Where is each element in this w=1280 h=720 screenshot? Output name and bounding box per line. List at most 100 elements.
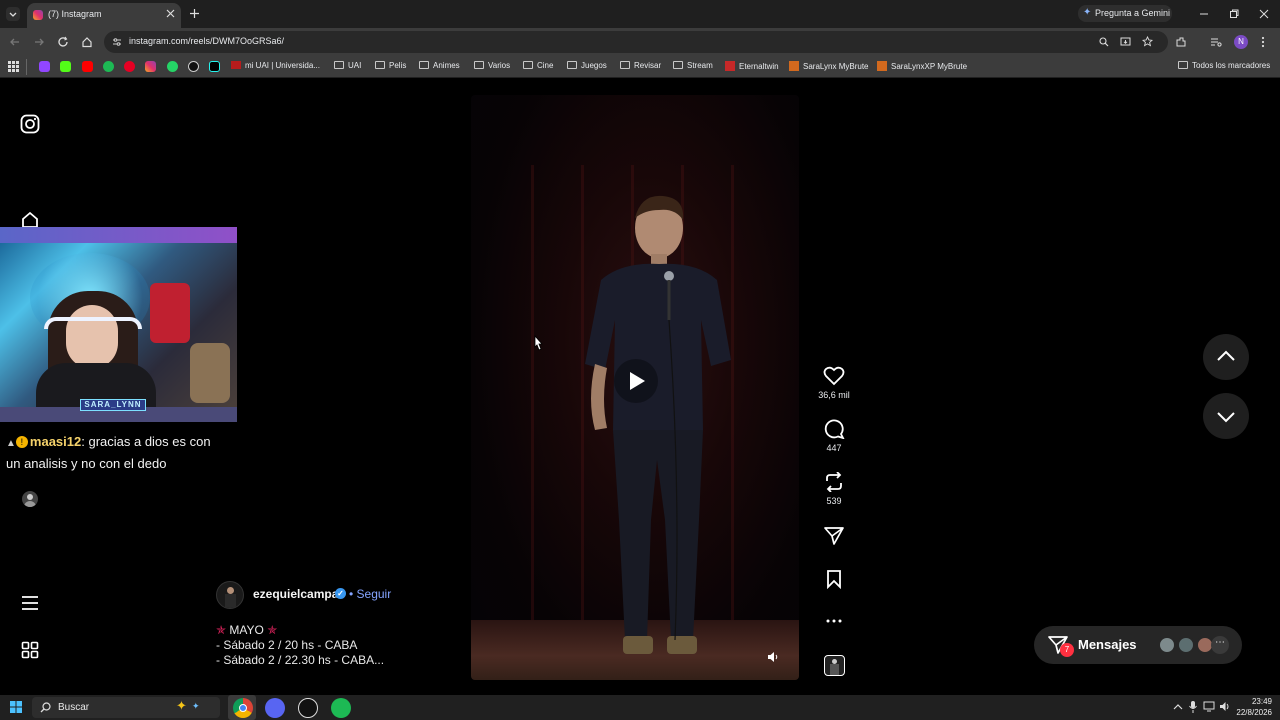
system-clock[interactable]: 23:49 22/8/2026 — [1236, 696, 1272, 718]
all-bookmarks-folder[interactable]: Todos los marcadores — [1178, 61, 1270, 70]
headset — [44, 317, 142, 329]
more-apps-icon[interactable] — [21, 641, 39, 659]
menu-dots-icon[interactable] — [1260, 36, 1266, 48]
like-action[interactable]: 36,6 mil — [814, 366, 854, 400]
site-info-icon[interactable] — [112, 37, 122, 47]
close-tab-icon[interactable] — [166, 9, 175, 18]
audio-thumbnail[interactable] — [824, 655, 845, 676]
play-button[interactable] — [614, 359, 658, 403]
star-emoji-icon: ✯ — [216, 623, 227, 637]
folder-icon — [419, 61, 429, 69]
chevron-down-icon — [1217, 412, 1235, 423]
reel-video[interactable] — [471, 95, 799, 680]
network-icon[interactable] — [1203, 701, 1215, 712]
heart-icon[interactable] — [823, 366, 845, 386]
kick-favicon-icon[interactable] — [60, 61, 71, 72]
chevron-up-icon — [1217, 350, 1235, 361]
author-avatar[interactable] — [216, 581, 244, 609]
comment-icon[interactable] — [823, 419, 845, 439]
copilot-sparkle-icon: ✦ — [176, 698, 187, 713]
bookmark-saralynx-mybrute[interactable]: SaraLynx MyBrute — [789, 61, 869, 71]
install-app-icon[interactable] — [1120, 37, 1131, 47]
divider — [26, 59, 27, 75]
speaker-icon[interactable] — [1219, 701, 1231, 712]
repost-count: 539 — [826, 496, 842, 506]
url-text: instagram.com/reels/DWM7OoGRSa6/ — [129, 36, 285, 46]
author-username[interactable]: ezequielcampa — [253, 587, 338, 601]
profile-nav-avatar[interactable] — [22, 491, 38, 507]
extensions-icon[interactable] — [1175, 36, 1187, 48]
bookmark-uai-portal[interactable]: mi UAI | Universida... — [231, 61, 320, 70]
bookmark-folder-animes[interactable]: Animes — [419, 61, 460, 70]
comment-action[interactable]: 447 — [814, 419, 854, 453]
next-reel-button[interactable] — [1203, 393, 1249, 439]
bookmark-eternaltwin[interactable]: Eternaltwin — [725, 61, 779, 71]
reload-icon[interactable] — [57, 36, 69, 48]
instagram-logo-icon[interactable] — [20, 114, 40, 134]
messages-button[interactable]: 7 Mensajes ⋯ — [1034, 626, 1242, 664]
caption-line[interactable]: - Sábado 2 / 22.30 hs - CABA... — [216, 653, 384, 667]
instagram-bookmark-icon[interactable] — [145, 61, 156, 72]
home-icon[interactable] — [81, 36, 93, 48]
like-count: 36,6 mil — [818, 390, 850, 400]
gemini-button[interactable]: ✦ Pregunta a Gemini — [1078, 5, 1172, 22]
spotify-icon[interactable] — [331, 698, 351, 718]
sparkle-icon: ✦ — [1083, 7, 1092, 18]
search-icon — [40, 702, 51, 713]
repost-action[interactable]: 539 — [814, 472, 854, 506]
windows-start-icon[interactable] — [10, 701, 22, 713]
bookmark-folder-stream[interactable]: Stream — [673, 61, 713, 70]
browser-tab[interactable]: (7) Instagram — [27, 3, 181, 28]
bookmark-folder-juegos[interactable]: Juegos — [567, 61, 607, 70]
bookmark-folder-varios[interactable]: Varios — [474, 61, 510, 70]
spotify-favicon-icon[interactable] — [103, 61, 114, 72]
repost-icon[interactable] — [823, 472, 845, 492]
bookmark-folder-cine[interactable]: Cine — [523, 61, 553, 70]
apps-grid-icon[interactable] — [8, 61, 19, 72]
star-emoji-icon: ✯ — [267, 623, 278, 637]
folder-icon — [474, 61, 484, 69]
back-icon[interactable] — [9, 36, 21, 48]
folder-icon — [567, 61, 577, 69]
tiktok-favicon-icon[interactable] — [209, 61, 220, 72]
twitch-favicon-icon[interactable] — [39, 61, 50, 72]
github-favicon-icon[interactable] — [188, 61, 199, 72]
folder-icon — [334, 61, 344, 69]
share-icon[interactable] — [824, 526, 844, 546]
bookmark-folder-revisar[interactable]: Revisar — [620, 61, 661, 70]
message-avatar — [1158, 636, 1176, 654]
discord-icon[interactable] — [265, 698, 285, 718]
avatar-head — [27, 494, 33, 500]
mybrute-favicon-icon — [877, 61, 887, 71]
save-bookmark-icon[interactable] — [826, 569, 842, 589]
address-bar[interactable]: instagram.com/reels/DWM7OoGRSa6/ — [104, 31, 1168, 53]
messages-label: Mensajes — [1078, 637, 1137, 652]
zoom-icon[interactable] — [1099, 37, 1109, 47]
bookmark-star-icon[interactable] — [1142, 36, 1153, 47]
tab-search-button[interactable] — [6, 7, 20, 21]
microphone-icon[interactable] — [1189, 701, 1197, 713]
profile-avatar[interactable]: N — [1234, 35, 1248, 49]
minimize-icon[interactable] — [1199, 9, 1209, 19]
obs-icon[interactable] — [298, 698, 318, 718]
pinterest-favicon-icon[interactable] — [124, 61, 135, 72]
bookmark-folder-uai[interactable]: UAI — [334, 61, 361, 70]
bookmark-folder-pelis[interactable]: Pelis — [375, 61, 406, 70]
youtube-favicon-icon[interactable] — [82, 61, 93, 72]
more-options-icon[interactable] — [826, 618, 842, 624]
taskbar-chrome-active[interactable] — [228, 695, 256, 720]
follow-button[interactable]: • Seguir — [349, 587, 391, 601]
restore-icon[interactable] — [1229, 9, 1239, 19]
whatsapp-favicon-icon[interactable] — [167, 61, 178, 72]
media-controls-icon[interactable] — [1210, 36, 1222, 48]
hamburger-menu-icon[interactable] — [21, 595, 39, 611]
tray-chevron-up-icon[interactable] — [1173, 703, 1183, 711]
close-window-icon[interactable] — [1259, 9, 1269, 19]
taskbar-search[interactable]: Buscar ✦ ✦ — [32, 697, 220, 718]
previous-reel-button[interactable] — [1203, 334, 1249, 380]
new-tab-icon[interactable] — [189, 8, 200, 19]
volume-icon[interactable] — [767, 651, 779, 663]
bookmark-saralynxxp-mybrute[interactable]: SaraLynxXP MyBrute — [877, 61, 967, 71]
forward-icon[interactable] — [33, 36, 45, 48]
folder-icon — [620, 61, 630, 69]
